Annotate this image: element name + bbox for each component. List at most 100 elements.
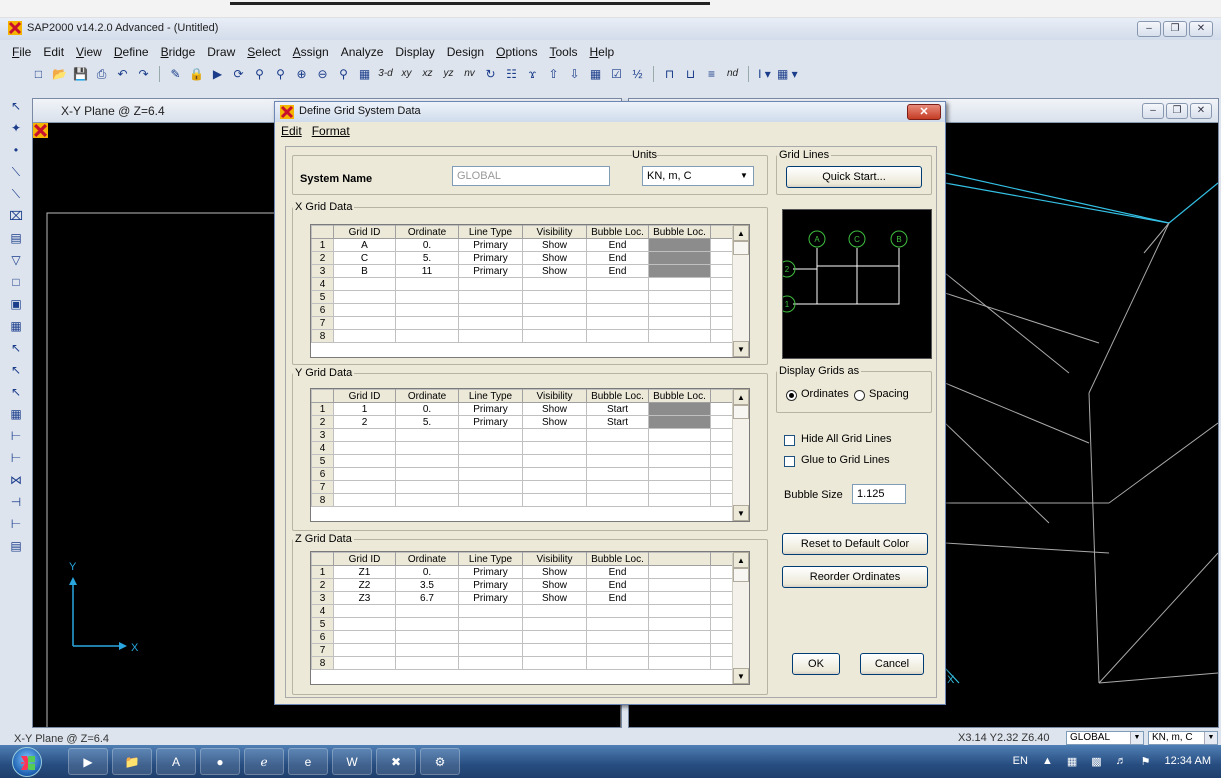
- grid-cell[interactable]: End: [586, 264, 649, 278]
- grid-cell[interactable]: [522, 290, 587, 304]
- restore-icon[interactable]: ❐: [1166, 103, 1188, 119]
- scroll-up-icon[interactable]: ▲: [733, 225, 749, 241]
- table-row[interactable]: 2 C 5. Primary Show End: [311, 251, 735, 265]
- table-row[interactable]: 1 Z1 0. Primary Show End: [311, 565, 735, 579]
- grid-cell[interactable]: [648, 643, 711, 657]
- table-row[interactable]: 6: [311, 303, 735, 317]
- view-yz-button[interactable]: yz: [440, 65, 457, 83]
- grid-cell[interactable]: [586, 277, 649, 291]
- grid-cell[interactable]: Show: [522, 402, 587, 416]
- grid-cell[interactable]: B: [333, 264, 396, 278]
- snap-perp-icon[interactable]: ⋈: [6, 470, 26, 490]
- grid-cell[interactable]: [586, 290, 649, 304]
- volume-icon[interactable]: ♬: [1116, 755, 1127, 768]
- section-i-icon[interactable]: I ▾: [756, 65, 773, 83]
- view-nv-button[interactable]: nv: [461, 65, 478, 83]
- grid-cell[interactable]: C: [333, 251, 396, 265]
- table-row[interactable]: 1 1 0. Primary Show Start: [311, 402, 735, 416]
- grid-cell[interactable]: [710, 591, 735, 605]
- grid-cell[interactable]: [395, 480, 459, 494]
- row-number[interactable]: 6: [311, 467, 334, 481]
- grid-cell[interactable]: Start: [586, 415, 649, 429]
- grid-cell[interactable]: [586, 329, 649, 343]
- menu-edit[interactable]: Edit: [37, 45, 70, 59]
- grid-cell[interactable]: [648, 329, 711, 343]
- close-icon[interactable]: ✕: [907, 104, 941, 120]
- y-grid-data-table[interactable]: Grid ID Ordinate Line Type Visibility Bubble…: [311, 389, 735, 507]
- table-scrollbar[interactable]: ▲ ▼: [732, 225, 749, 357]
- grid-cell[interactable]: [333, 316, 396, 330]
- grid-cell[interactable]: [710, 402, 735, 416]
- grid-cell[interactable]: [710, 277, 735, 291]
- grid-cell[interactable]: End: [586, 591, 649, 605]
- grid-cell[interactable]: [522, 630, 587, 644]
- grid-cell[interactable]: 1: [333, 402, 396, 416]
- row-number[interactable]: 3: [311, 264, 334, 278]
- clear-select-icon[interactable]: ↖: [6, 382, 26, 402]
- grid-cell[interactable]: 2: [333, 415, 396, 429]
- grid-cell[interactable]: [458, 329, 523, 343]
- menu-display[interactable]: Display: [389, 45, 440, 59]
- grid-cell[interactable]: [648, 303, 711, 317]
- grid-cell[interactable]: Primary: [458, 415, 523, 429]
- grid-cell[interactable]: Z3: [333, 591, 396, 605]
- grid-cell[interactable]: [395, 617, 459, 631]
- scroll-up-icon[interactable]: ▲: [733, 389, 749, 405]
- acrobat-taskbar-icon[interactable]: A: [156, 748, 196, 775]
- sap2000-taskbar-icon[interactable]: ✖: [376, 748, 416, 775]
- grid-cell[interactable]: [586, 428, 649, 442]
- menu-view[interactable]: View: [70, 45, 108, 59]
- internet-explorer-taskbar-icon[interactable]: e: [288, 748, 328, 775]
- scroll-down-icon[interactable]: ▼: [733, 341, 749, 357]
- frame-release-icon[interactable]: ⊔: [682, 65, 699, 83]
- row-number[interactable]: 4: [311, 604, 334, 618]
- scroll-thumb[interactable]: [733, 241, 749, 255]
- grid-cell[interactable]: [522, 277, 587, 291]
- grid-cell[interactable]: 6.7: [395, 591, 459, 605]
- tool-taskbar-icon[interactable]: ⚙: [420, 748, 460, 775]
- scroll-down-icon[interactable]: ▼: [733, 505, 749, 521]
- menu-tools[interactable]: Tools: [543, 45, 583, 59]
- row-number[interactable]: 1: [311, 238, 334, 252]
- grid-cell[interactable]: [710, 493, 735, 507]
- zoom-out-icon[interactable]: ⊖: [314, 65, 331, 83]
- reset-default-color-button[interactable]: Reset to Default Color: [782, 533, 928, 555]
- table-row[interactable]: 3 B 11 Primary Show End: [311, 264, 735, 278]
- network-icon[interactable]: ▦: [1067, 755, 1077, 768]
- save-icon[interactable]: 💾: [72, 65, 89, 83]
- grid-cell[interactable]: [395, 428, 459, 442]
- grid-cell[interactable]: [458, 290, 523, 304]
- grid-cell[interactable]: [648, 565, 711, 579]
- table-row[interactable]: 3: [311, 428, 735, 442]
- table-row[interactable]: 5: [311, 617, 735, 631]
- grid-cell[interactable]: [586, 303, 649, 317]
- table-row[interactable]: 8: [311, 656, 735, 670]
- grid-cell[interactable]: [648, 415, 711, 429]
- grid-cell[interactable]: [333, 290, 396, 304]
- signal-icon[interactable]: ▩: [1091, 755, 1101, 768]
- y-grid-table[interactable]: Grid ID Ordinate Line Type Visibility Bubble…: [310, 388, 750, 522]
- grid-cell[interactable]: [586, 493, 649, 507]
- minimize-icon[interactable]: –: [1142, 103, 1164, 119]
- row-number[interactable]: 5: [311, 454, 334, 468]
- row-number[interactable]: 7: [311, 480, 334, 494]
- grid-cell[interactable]: [648, 238, 711, 252]
- clock[interactable]: 12:34 AM: [1165, 755, 1211, 768]
- grid-cell[interactable]: [648, 428, 711, 442]
- row-number[interactable]: 5: [311, 617, 334, 631]
- grid-cell[interactable]: [333, 303, 396, 317]
- grid-cell[interactable]: [586, 656, 649, 670]
- grid-cell[interactable]: [458, 454, 523, 468]
- grid-cell[interactable]: [586, 643, 649, 657]
- grid-cell[interactable]: 5.: [395, 251, 459, 265]
- draw-rect-area-icon[interactable]: □: [6, 272, 26, 292]
- flag-icon[interactable]: ⚑: [1141, 755, 1151, 768]
- grid-cell[interactable]: [710, 565, 735, 579]
- grid-cell[interactable]: [648, 604, 711, 618]
- menu-assign[interactable]: Assign: [287, 45, 335, 59]
- grid-cell[interactable]: [458, 467, 523, 481]
- pencil-icon[interactable]: ✎: [167, 65, 184, 83]
- grid-cell[interactable]: [710, 428, 735, 442]
- grid-cell[interactable]: [710, 467, 735, 481]
- grid-cell[interactable]: [648, 480, 711, 494]
